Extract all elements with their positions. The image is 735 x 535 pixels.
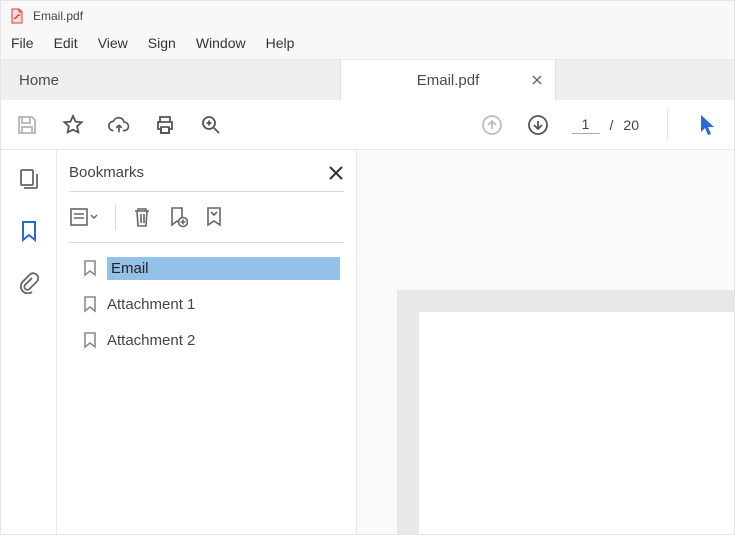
search-icon[interactable] — [199, 113, 223, 137]
bookmark-item-label: Attachment 2 — [107, 332, 195, 349]
page-total: 20 — [623, 117, 639, 133]
title-bar: Email.pdf — [1, 1, 734, 31]
menu-help[interactable]: Help — [266, 35, 295, 51]
save-icon[interactable] — [15, 113, 39, 137]
content-area: Bookmarks Ema — [1, 150, 734, 534]
pdf-app-icon — [9, 8, 25, 24]
tools-separator — [115, 204, 116, 230]
panel-close-icon[interactable] — [328, 165, 344, 181]
window-title: Email.pdf — [33, 9, 83, 23]
bookmark-item[interactable]: Attachment 2 — [77, 325, 344, 355]
menu-sign[interactable]: Sign — [148, 35, 176, 51]
menu-bar: File Edit View Sign Window Help — [1, 31, 734, 60]
bookmark-item-label: Attachment 1 — [107, 296, 195, 313]
menu-view[interactable]: View — [98, 35, 128, 51]
menu-edit[interactable]: Edit — [54, 35, 78, 51]
tab-home-label: Home — [19, 72, 59, 89]
bookmark-item[interactable]: Email — [77, 253, 344, 283]
bookmark-item-icon — [81, 259, 99, 277]
tab-close-button[interactable] — [531, 74, 543, 86]
attachments-icon[interactable] — [18, 272, 40, 294]
panel-header: Bookmarks — [69, 162, 344, 192]
page-down-icon[interactable] — [526, 113, 550, 137]
bookmark-item-icon — [81, 331, 99, 349]
bookmark-item-label: Email — [107, 257, 340, 280]
tab-home[interactable]: Home — [1, 60, 341, 100]
star-icon[interactable] — [61, 113, 85, 137]
page-indicator: / 20 — [572, 115, 639, 134]
tab-strip: Home Email.pdf — [1, 60, 734, 100]
menu-window[interactable]: Window — [196, 35, 246, 51]
bookmarks-icon[interactable] — [18, 220, 40, 242]
add-bookmark-icon[interactable] — [168, 206, 188, 228]
page-container — [397, 290, 734, 534]
bookmark-item-icon — [81, 295, 99, 313]
document-view[interactable] — [357, 150, 734, 534]
page-up-icon[interactable] — [480, 113, 504, 137]
document-page — [419, 312, 734, 534]
bookmark-item[interactable]: Attachment 1 — [77, 289, 344, 319]
tab-document[interactable]: Email.pdf — [341, 60, 556, 100]
thumbnails-icon[interactable] — [18, 168, 40, 190]
bookmark-list: Email Attachment 1 Attachment 2 — [69, 253, 344, 355]
toolbar-divider — [667, 110, 668, 140]
print-icon[interactable] — [153, 113, 177, 137]
nav-pane — [1, 150, 57, 534]
options-dropdown-icon[interactable] — [69, 206, 99, 228]
panel-title: Bookmarks — [69, 164, 144, 181]
menu-file[interactable]: File — [11, 35, 34, 51]
expand-bookmark-icon[interactable] — [204, 206, 224, 228]
panel-tools — [69, 200, 344, 243]
page-separator: / — [610, 117, 614, 133]
bookmarks-panel: Bookmarks Ema — [57, 150, 357, 534]
page-current-input[interactable] — [572, 115, 600, 134]
toolbar: / 20 — [1, 100, 734, 150]
tab-document-label: Email.pdf — [417, 72, 480, 89]
delete-bookmark-icon[interactable] — [132, 206, 152, 228]
cloud-upload-icon[interactable] — [107, 113, 131, 137]
pointer-icon[interactable] — [696, 113, 720, 137]
